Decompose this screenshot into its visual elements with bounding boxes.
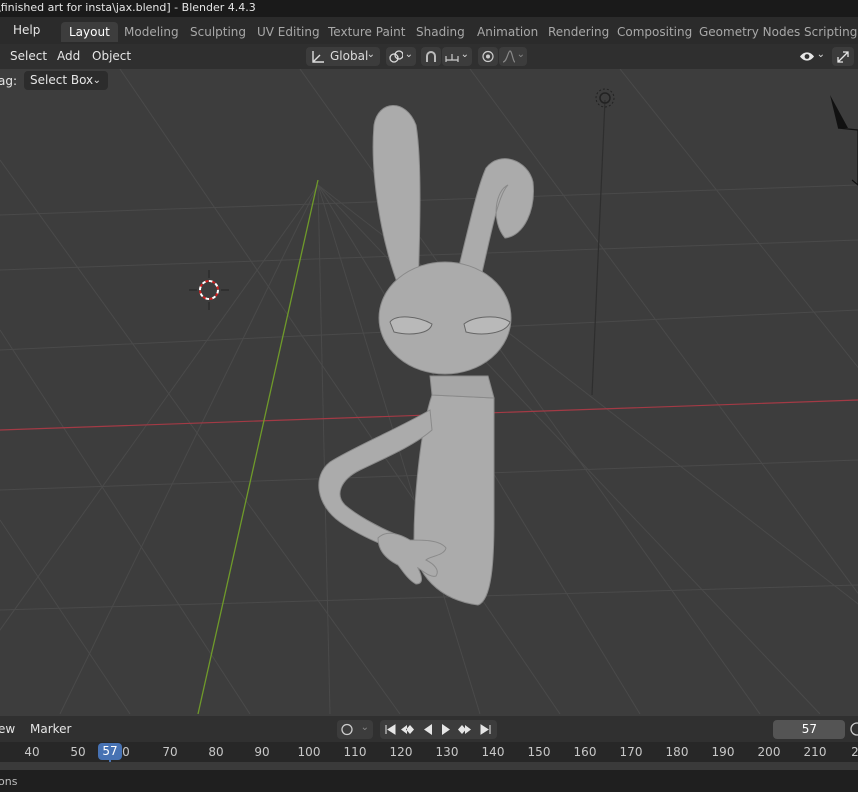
proportional-falloff-dropdown[interactable]: ⌄ [499,47,527,66]
chevron-down-icon: ⌄ [404,49,413,60]
ruler-tick: 190 [711,745,735,759]
tab-modeling[interactable]: Modeling [116,22,187,42]
playhead-frame-indicator[interactable]: 57 [98,743,122,760]
tab-compositing[interactable]: Compositing [609,22,700,42]
ruler-tick: 170 [619,745,643,759]
jump-end-icon[interactable] [480,723,492,736]
gizmo-arrows-icon [837,51,849,63]
ruler-tick: 200 [757,745,781,759]
viewport-header: Select Add Object Global ⌄ ⌄ ⌄ ⌄ ⌄ [0,44,858,69]
magnet-icon [426,51,436,62]
menu-object[interactable]: Object [92,49,131,63]
prev-keyframe-icon[interactable] [400,723,416,736]
jump-start-icon[interactable] [384,723,396,736]
timeline-header: ew Marker ⌄ 57 [0,716,858,742]
timeline-scroll-area[interactable] [0,762,858,770]
clock-icon[interactable] [850,722,858,736]
snap-increment-icon [445,54,459,62]
play-reverse-icon[interactable] [422,723,434,736]
frame-ruler[interactable]: 40 50 57 0 70 80 90 100 110 120 130 140 … [0,742,858,762]
tab-uv-editing[interactable]: UV Editing [249,22,328,42]
ruler-tick: 150 [527,745,551,759]
chevron-down-icon: ⌄ [360,722,369,733]
ruler-tick: 50 [70,745,86,759]
ruler-tick: 110 [343,745,367,759]
orientation-axes-icon [312,51,324,63]
transform-orientation-dropdown[interactable]: Global ⌄ [306,47,380,66]
tab-rendering[interactable]: Rendering [540,22,617,42]
proportional-editing-toggle[interactable] [478,47,498,66]
gizmo-toggle[interactable] [832,47,854,66]
ruler-tick: 120 [389,745,413,759]
tab-texture-paint[interactable]: Texture Paint [320,22,413,42]
3d-viewport[interactable] [0,69,858,714]
chevron-down-icon: ⌄ [460,49,469,60]
ruler-tick: 160 [573,745,597,759]
snap-toggle[interactable] [421,47,441,66]
tab-geometry-nodes[interactable]: Geometry Nodes [691,22,808,42]
pivot-link-icon [389,50,403,63]
chevron-down-icon: ⌄ [92,75,101,86]
ruler-tick: 180 [665,745,689,759]
tool-settings-row: ag: Select Box ⌄ [0,69,858,93]
tab-scripting[interactable]: Scripting [796,22,858,42]
falloff-curve-icon [502,50,516,63]
next-keyframe-icon[interactable] [456,723,472,736]
ruler-tick: 210 [803,745,827,759]
tab-shading[interactable]: Shading [408,22,473,42]
menu-select[interactable]: Select [10,49,47,63]
proportional-circle-icon [482,50,494,63]
drag-select-value: Select Box [30,73,94,87]
window-title-bar: \finished art for insta\jax.blend] - Ble… [0,0,858,17]
ruler-tick: 130 [435,745,459,759]
ruler-tick: 40 [24,745,40,759]
ruler-tick: 100 [297,745,321,759]
visibility-dropdown[interactable]: ⌄ [797,47,827,66]
menu-view[interactable]: ew [0,722,15,736]
tab-animation[interactable]: Animation [469,22,546,42]
menu-add[interactable]: Add [57,49,80,63]
chevron-down-icon: ⌄ [366,49,375,60]
drag-select-dropdown[interactable]: Select Box ⌄ [24,71,108,90]
ruler-tick: 0 [122,745,130,759]
tab-layout[interactable]: Layout [61,22,118,42]
drag-label: ag: [0,74,18,88]
ruler-tick: 80 [208,745,224,759]
play-icon[interactable] [440,723,452,736]
window-title: \finished art for insta\jax.blend] - Ble… [0,1,256,14]
tab-sculpting[interactable]: Sculpting [182,22,254,42]
current-frame-field[interactable]: 57 [773,720,845,739]
ruler-tick: 70 [162,745,178,759]
status-text: ons [0,775,18,788]
status-bar: ons [0,770,858,792]
chevron-down-icon: ⌄ [816,49,825,60]
keying-dropdown[interactable]: ⌄ [337,720,373,739]
ruler-tick: 2 [851,745,858,759]
chevron-down-icon: ⌄ [516,49,525,60]
menu-marker[interactable]: Marker [30,722,71,736]
menu-help[interactable]: Help [13,23,40,37]
pivot-point-dropdown[interactable]: ⌄ [386,47,416,66]
playback-controls [380,720,497,739]
ruler-tick: 90 [254,745,270,759]
top-bar: Help Layout Modeling Sculpting UV Editin… [0,17,858,44]
current-frame-value: 57 [801,722,817,736]
snap-target-dropdown[interactable]: ⌄ [442,47,472,66]
ruler-tick: 140 [481,745,505,759]
transform-orientation-value: Global [330,49,369,63]
record-circle-icon [341,723,353,736]
eye-icon [800,52,814,61]
